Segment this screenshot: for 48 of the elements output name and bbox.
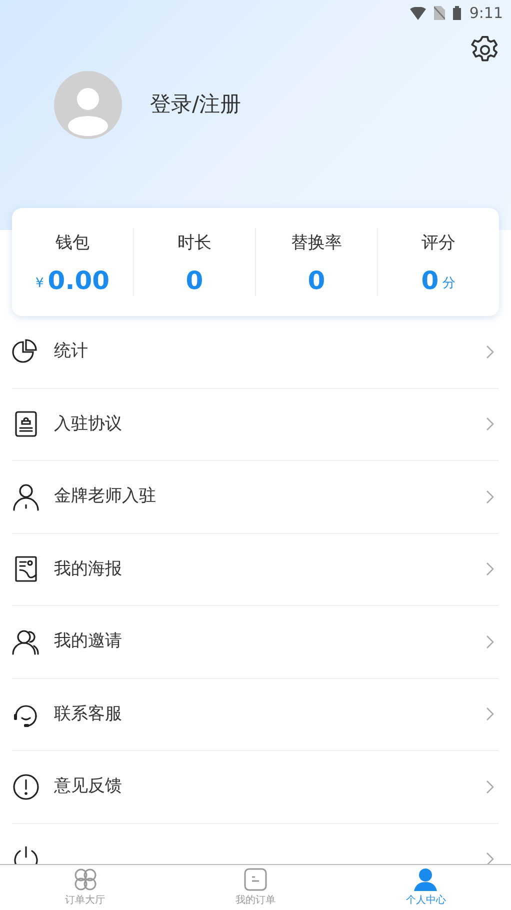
menu-item[interactable]: 统计	[12, 316, 499, 388]
no-sim-icon	[434, 6, 446, 20]
chevron-icon	[486, 562, 495, 576]
chevron-icon	[486, 852, 495, 864]
document-icon	[12, 410, 40, 438]
tab[interactable]: 个人中心	[340, 864, 511, 910]
pie-chart-icon	[12, 338, 40, 366]
chevron-icon	[486, 707, 495, 722]
status-time: 9:11	[469, 2, 503, 24]
menu-label: 金牌老师入驻	[54, 485, 157, 508]
login-link[interactable]: 登录/注册	[150, 89, 242, 121]
menu-label: 我的海报	[54, 558, 123, 580]
alert-icon	[12, 772, 40, 801]
menu-label: 我的邀请	[54, 630, 123, 653]
stat-label: 评分	[422, 232, 456, 255]
menu-item[interactable]: 入驻协议	[12, 388, 499, 461]
menu-label: 联系客服	[54, 702, 123, 726]
poster-icon	[12, 555, 40, 584]
battery-icon	[453, 6, 462, 20]
menu-label: 统计	[54, 340, 89, 363]
menu-item[interactable]: 意见反馈	[12, 751, 499, 824]
stat-value: 0	[308, 268, 326, 294]
chevron-icon	[486, 780, 495, 794]
orders-icon	[242, 866, 268, 892]
menu-item[interactable]: 我的邀请	[12, 606, 499, 678]
chevron-icon	[486, 417, 495, 432]
avatar-icon	[54, 71, 122, 139]
menu-item[interactable]: 联系客服	[12, 678, 499, 751]
stat-value: 0.00	[48, 268, 110, 294]
chevron-icon	[486, 490, 495, 504]
user-icon	[413, 866, 438, 892]
currency-symbol: ¥	[36, 274, 44, 293]
menu-label: 意见反馈	[54, 775, 123, 798]
chevron-icon	[486, 344, 495, 359]
stat-label: 时长	[178, 232, 212, 255]
menu-item[interactable]: 金牌老师入驻	[12, 461, 499, 534]
stat-label: 钱包	[56, 232, 90, 255]
stat-value: 0	[186, 268, 204, 294]
wifi-icon	[410, 6, 426, 20]
stat-unit: 分	[442, 274, 456, 293]
clover-icon	[72, 866, 98, 892]
person-icon	[12, 482, 40, 511]
stat-value: 0	[421, 268, 439, 294]
menu-item[interactable]: 我的海报	[12, 534, 499, 606]
stat-label: 替换率	[291, 232, 342, 255]
chevron-icon	[486, 634, 495, 649]
people-icon	[12, 628, 40, 656]
menu-label: 入驻协议	[54, 412, 123, 436]
